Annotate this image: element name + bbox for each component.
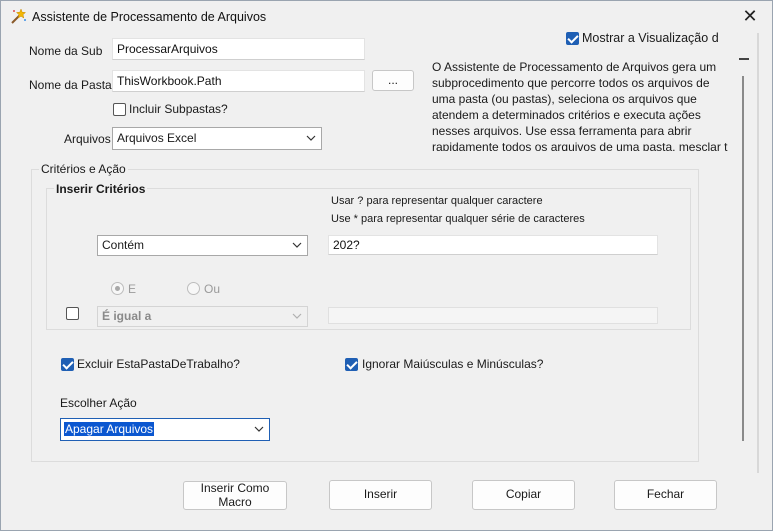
criteria-value-input-2[interactable]: [328, 307, 658, 324]
chevron-down-icon: [306, 135, 316, 141]
inserir-como-macro-button[interactable]: Inserir Como Macro: [183, 481, 287, 510]
nome-sub-label: Nome da Sub: [29, 44, 103, 58]
acao-select[interactable]: Apagar Arquivos: [60, 418, 270, 441]
arquivos-label: Arquivos: [64, 132, 111, 146]
nome-pasta-label: Nome da Pasta: [29, 78, 112, 92]
acao-select-value: Apagar Arquivos: [64, 422, 155, 436]
mostrar-visualizacao-checkbox[interactable]: [566, 32, 579, 45]
criteria-row2-checkbox[interactable]: [66, 307, 79, 320]
criterios-acao-label: Critérios e Ação: [39, 162, 128, 176]
fechar-button[interactable]: Fechar: [614, 480, 717, 510]
inserir-como-macro-label: Inserir Como Macro: [200, 480, 270, 509]
operator-select-1-value: Contém: [102, 238, 145, 252]
wand-icon: [11, 8, 27, 24]
chevron-down-icon: [292, 313, 302, 319]
description-scrollbar[interactable]: [738, 58, 749, 443]
ignorar-maiusculas-checkbox[interactable]: [345, 358, 358, 371]
operator-select-1[interactable]: Contém: [97, 235, 308, 256]
escolher-acao-label: Escolher Ação: [60, 396, 137, 410]
scroll-up-arrow[interactable]: [739, 58, 749, 60]
copiar-button[interactable]: Copiar: [472, 480, 575, 510]
incluir-subpastas-checkbox[interactable]: [113, 103, 126, 116]
hint-question-mark: Usar ? para representar qualquer caracte…: [331, 195, 543, 207]
radio-e-label: E: [128, 282, 137, 296]
incluir-subpastas-label: Incluir Subpastas?: [129, 102, 228, 116]
browse-button[interactable]: ...: [372, 70, 414, 91]
operator-select-2-value: É igual a: [102, 309, 152, 323]
close-button[interactable]: ✕: [727, 1, 773, 31]
description-paragraph: O Assistente de Processamento de Arquivo…: [432, 60, 728, 151]
radio-e[interactable]: [111, 282, 124, 295]
nome-sub-input[interactable]: ProcessarArquivos: [112, 38, 365, 60]
excluir-label: Excluir EstaPastaDeTrabalho?: [77, 357, 240, 371]
dialog-window: Assistente de Processamento de Arquivos …: [0, 0, 773, 531]
scroll-thumb[interactable]: [742, 76, 744, 441]
nome-pasta-input[interactable]: ThisWorkbook.Path: [112, 70, 365, 92]
radio-ou-label: Ou: [204, 282, 221, 296]
chevron-down-icon: [254, 426, 264, 432]
hint-asterisk: Use * para representar qualquer série de…: [331, 213, 585, 225]
description-text: O Assistente de Processamento de Arquivo…: [432, 59, 734, 151]
close-icon: ✕: [742, 5, 758, 26]
excluir-checkbox[interactable]: [61, 358, 74, 371]
inserir-criterios-label: Inserir Critérios: [54, 182, 148, 196]
arquivos-select[interactable]: Arquivos Excel: [112, 127, 322, 150]
title-bar: Assistente de Processamento de Arquivos …: [1, 1, 772, 33]
radio-ou[interactable]: [187, 282, 200, 295]
criteria-value-input-1[interactable]: 202?: [328, 235, 658, 255]
mostrar-visualizacao-label: Mostrar a Visualização d: [582, 31, 719, 45]
window-title: Assistente de Processamento de Arquivos: [32, 10, 267, 24]
inserir-button[interactable]: Inserir: [329, 480, 432, 510]
arquivos-select-value: Arquivos Excel: [117, 131, 197, 145]
chevron-down-icon: [292, 242, 302, 248]
operator-select-2[interactable]: É igual a: [97, 306, 308, 327]
window-scrollbar[interactable]: [757, 33, 759, 473]
ignorar-maiusculas-label: Ignorar Maiúsculas e Minúsculas?: [362, 357, 544, 371]
